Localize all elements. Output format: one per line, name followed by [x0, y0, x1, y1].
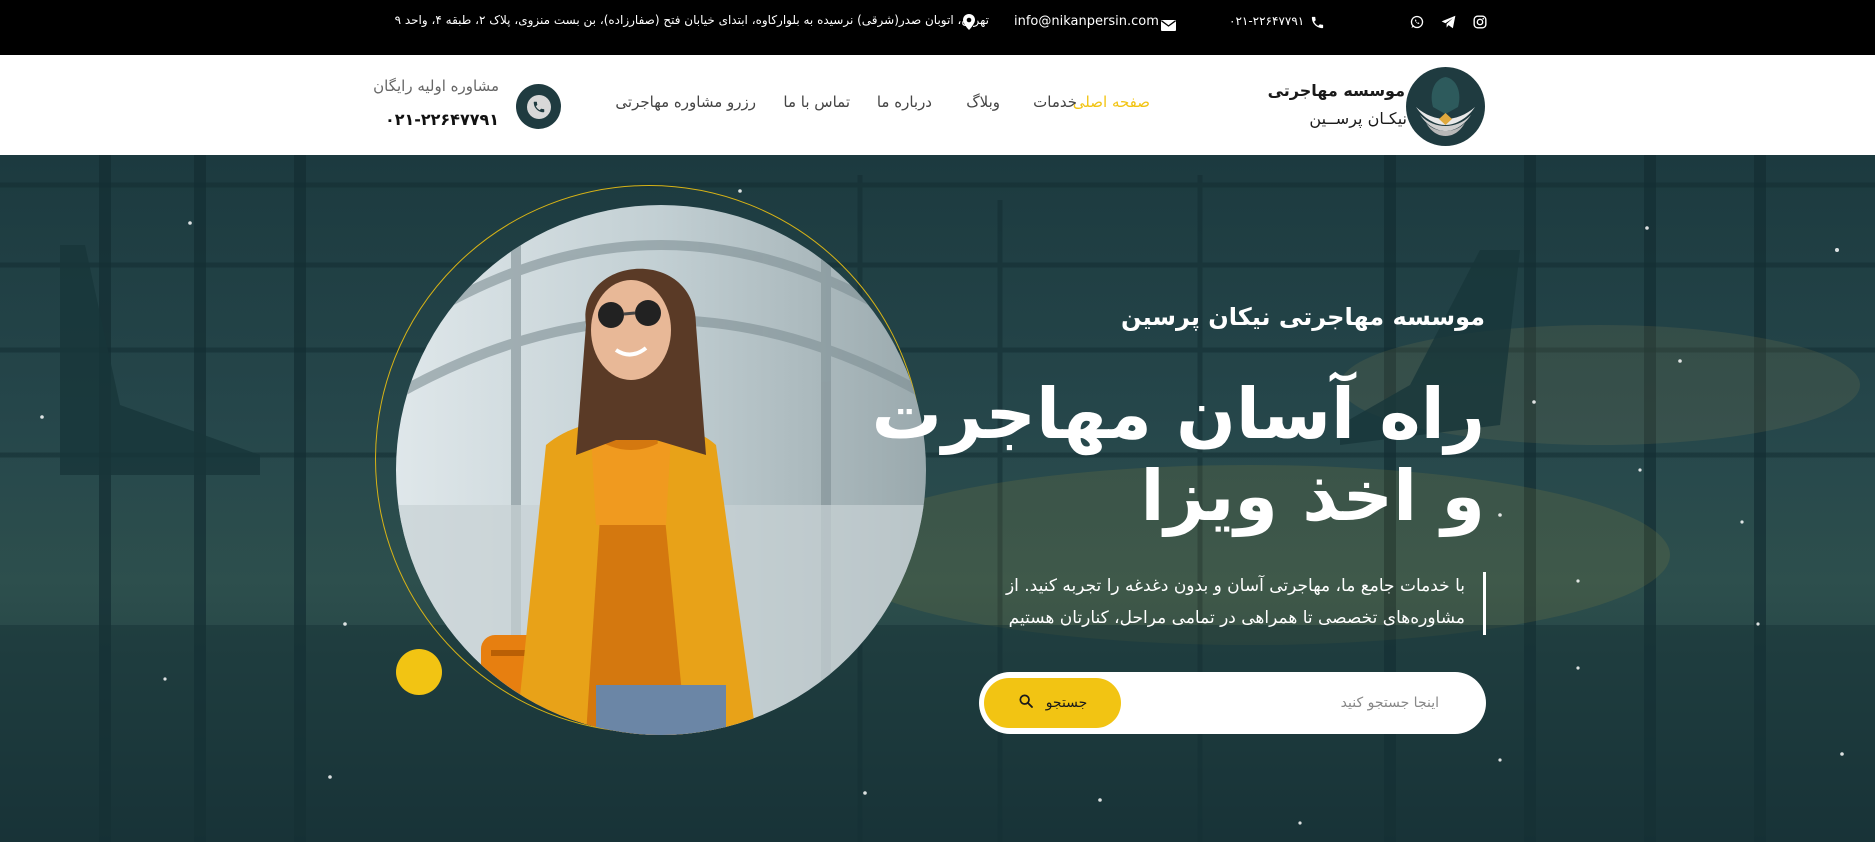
phone-link[interactable]: ۰۲۱-۲۲۶۴۷۷۹۱	[1229, 14, 1304, 28]
search-input[interactable]	[1131, 686, 1439, 720]
location-pin-icon	[962, 14, 976, 30]
envelope-icon	[1161, 16, 1176, 31]
nav-home[interactable]: صفحه اصلی	[1073, 93, 1150, 111]
telegram-icon[interactable]	[1440, 14, 1456, 30]
logo-title: موسسه مهاجرتی	[1267, 81, 1405, 100]
hero-photo	[396, 205, 926, 735]
free-consult-label: مشاوره اولیه رایگان	[373, 77, 499, 95]
decorative-dot	[396, 649, 442, 695]
nav-about[interactable]: درباره ما	[877, 93, 932, 111]
consult-phone[interactable]: ۰۲۱-۲۲۶۴۷۷۹۱	[385, 110, 499, 129]
hero-title: راه آسان مهاجرت و اخذ ویزا	[872, 373, 1485, 537]
hero-section: موسسه مهاجرتی نیکان پرسین راه آسان مهاجر…	[0, 155, 1875, 842]
description-bar	[1483, 572, 1486, 635]
logo-subtitle: نیکـان پرســین	[1309, 109, 1407, 128]
nav-blog[interactable]: وبلاگ	[966, 93, 1000, 111]
logo-emblem[interactable]	[1406, 67, 1485, 146]
hero-subtitle: موسسه مهاجرتی نیکان پرسین	[1121, 303, 1485, 331]
address-text: تهران، اتوبان صدر(شرقی) نرسیده به بلوارک…	[394, 13, 989, 27]
hero-description: با خدمات جامع ما، مهاجرتی آسان و بدون دغ…	[1005, 576, 1465, 628]
nav-booking[interactable]: رزرو مشاوره مهاجرتی	[615, 93, 756, 111]
search-button-label: جستجو	[1045, 695, 1088, 711]
email-link[interactable]: info@nikanpersin.com	[1014, 14, 1159, 29]
hero-title-line1: راه آسان مهاجرت	[871, 373, 1485, 455]
nav-contact[interactable]: تماس با ما	[783, 93, 850, 111]
search-box: جستجو	[979, 672, 1486, 734]
instagram-icon[interactable]	[1472, 14, 1488, 30]
hero-title-line2: و اخذ ویزا	[1140, 455, 1485, 537]
phone-icon	[1310, 15, 1325, 30]
phone-icon	[526, 94, 551, 119]
call-button[interactable]	[516, 84, 561, 129]
search-icon	[1018, 693, 1034, 713]
search-button[interactable]: جستجو	[984, 678, 1121, 728]
top-bar: تهران، اتوبان صدر(شرقی) نرسیده به بلوارک…	[0, 0, 1875, 55]
whatsapp-icon[interactable]	[1409, 14, 1425, 30]
nav-services[interactable]: خدمات	[1033, 93, 1077, 111]
main-header: موسسه مهاجرتی نیکـان پرســین صفحه اصلی خ…	[0, 55, 1875, 155]
